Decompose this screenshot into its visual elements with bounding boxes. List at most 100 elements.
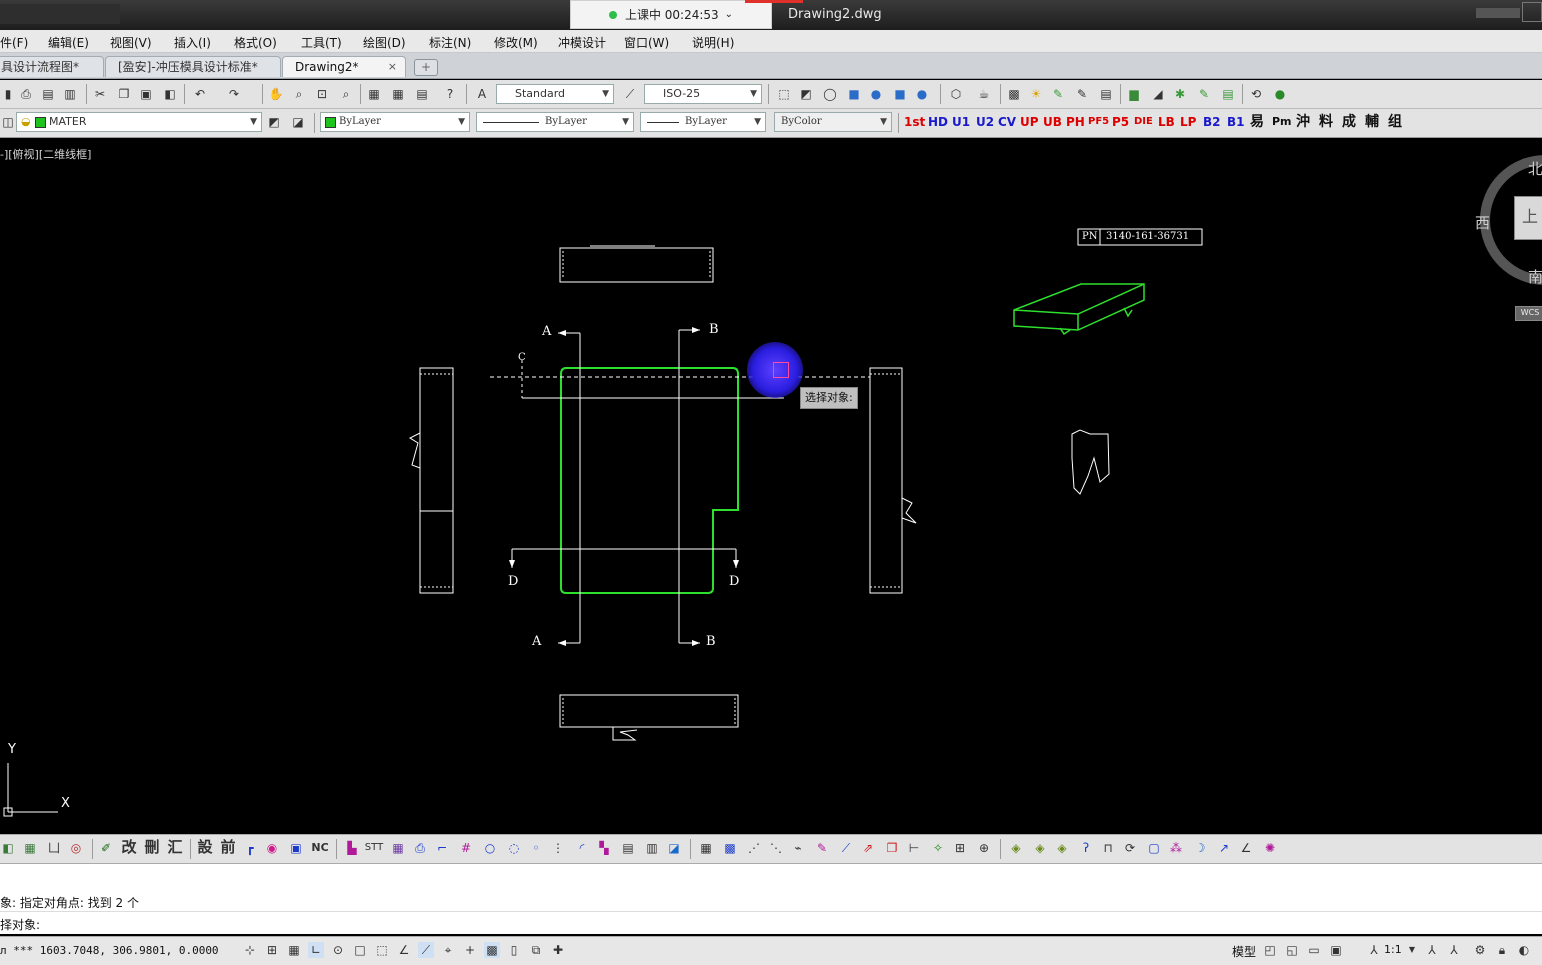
layer-state-icon[interactable]: ◫ <box>0 114 16 130</box>
menu-insert[interactable]: 插入(I) <box>174 34 211 51</box>
menu-tools[interactable]: 工具(T) <box>301 34 342 51</box>
tab-close-icon[interactable]: × <box>388 57 397 77</box>
materials-icon[interactable]: ✎ <box>1050 86 1066 102</box>
workspace-gear-icon[interactable]: ⚙ <box>1472 942 1488 958</box>
rotate-tool-icon[interactable]: ⟳ <box>1122 840 1138 856</box>
viewcube-west[interactable]: 西 <box>1475 212 1490 233</box>
lineweight-toggle-icon[interactable]: + <box>462 942 478 958</box>
tool-forming[interactable]: 成 <box>1342 113 1356 131</box>
text-style-icon[interactable]: A <box>474 86 490 102</box>
teapot-icon[interactable]: ☕ <box>976 86 992 102</box>
tool-up[interactable]: UP <box>1020 113 1039 131</box>
brush-icon[interactable]: ✎ <box>1196 86 1212 102</box>
realistic-visual-icon[interactable]: ■ <box>846 86 862 102</box>
circle-center-icon[interactable]: ◌ <box>506 840 522 856</box>
gouraud-visual-icon[interactable]: ● <box>914 86 930 102</box>
color-select[interactable]: ByLayer ▼ <box>320 112 470 132</box>
tool-b1[interactable]: B1 <box>1227 113 1245 131</box>
print-tool-icon[interactable]: ⎙ <box>412 840 428 856</box>
tool-u2[interactable]: U2 <box>976 113 994 131</box>
help-icon[interactable]: ? <box>442 86 458 102</box>
selection-cycling-icon[interactable]: ⧉ <box>528 942 544 958</box>
list-tool-icon[interactable]: ▥ <box>644 840 660 856</box>
layer-select[interactable]: ◒ MATER ▼ <box>16 112 262 132</box>
rounded-box-icon[interactable]: ▢ <box>1146 840 1162 856</box>
command-prompt[interactable]: 择对象: <box>0 916 40 933</box>
menu-file[interactable]: 件(F) <box>0 34 28 51</box>
dim-style-icon[interactable]: ⟋ <box>622 86 638 102</box>
viewcube-top-face[interactable]: 上 <box>1514 196 1542 240</box>
tab-drawing2[interactable]: Drawing2* × <box>282 56 406 77</box>
menu-format[interactable]: 格式(O) <box>234 34 277 51</box>
pan-icon[interactable]: ✋ <box>268 86 284 102</box>
annotation-scale-value[interactable]: 1:1 <box>1384 943 1402 956</box>
grid-display-icon[interactable]: ▦ <box>286 942 302 958</box>
tool-ub[interactable]: UB <box>1043 113 1062 131</box>
scatter-tool-icon[interactable]: ⁂ <box>1168 840 1184 856</box>
tool-modify[interactable]: 改 <box>120 839 138 855</box>
render-settings-icon[interactable]: ▤ <box>1098 86 1114 102</box>
tool-palettes-icon[interactable]: ▤ <box>414 86 430 102</box>
tool-lb[interactable]: LB <box>1158 113 1175 131</box>
copy-icon[interactable]: ❐ <box>116 86 132 102</box>
brush-tool-icon[interactable]: ✐ <box>98 840 114 856</box>
object-snap-icon[interactable]: □ <box>352 942 368 958</box>
annotation-scale-icon[interactable]: ⅄ <box>1366 942 1382 958</box>
tool-stt[interactable]: STT <box>364 840 384 856</box>
tool-auxiliary[interactable]: 輔 <box>1365 113 1379 131</box>
tool-pf5[interactable]: PF5 <box>1088 113 1109 131</box>
tool-die[interactable]: DIE <box>1134 113 1153 131</box>
block-tool-icon[interactable]: ▦ <box>22 840 38 856</box>
render-icon[interactable]: ⬡ <box>948 86 964 102</box>
angle-tool-icon[interactable]: ∠ <box>1238 840 1254 856</box>
drawing-canvas[interactable]: -][俯视][二维线框] PN 3140-161-36731 A A B B C… <box>0 138 1542 830</box>
part-tool-3-icon[interactable]: ◈ <box>1054 840 1070 856</box>
trim-tool-icon[interactable]: ⋮ <box>550 840 566 856</box>
grid-tool-icon[interactable]: ▦ <box>390 840 406 856</box>
measure-tool-icon[interactable]: ⊢ <box>906 840 922 856</box>
object-tracking-icon[interactable]: ∠ <box>396 942 412 958</box>
tool-nc[interactable]: NC <box>310 840 330 856</box>
quick-view-layouts-icon[interactable]: ▭ <box>1306 942 1322 958</box>
landscape-icon[interactable]: ▆ <box>1126 86 1142 102</box>
snap-mode-icon[interactable]: ⊞ <box>264 942 280 958</box>
design-center-icon[interactable]: ▦ <box>390 86 406 102</box>
corner-tool-icon[interactable]: ┏ <box>242 840 258 856</box>
save-icon[interactable]: ▮ <box>0 86 16 102</box>
chevron-down-icon[interactable]: ⌄ <box>725 9 733 20</box>
tool-material[interactable]: 料 <box>1319 113 1333 131</box>
clapboard-icon[interactable]: ▩ <box>1006 86 1022 102</box>
model-space-button[interactable]: 模型 <box>1232 943 1256 960</box>
menu-window[interactable]: 窗口(W) <box>624 34 669 51</box>
tool-setup[interactable]: 設 <box>196 839 214 855</box>
tab-design-flow[interactable]: 具设计流程图* <box>0 56 104 77</box>
ordinate-tool-icon[interactable]: ⋱ <box>768 840 784 856</box>
target-tool-icon[interactable]: ◉ <box>264 840 280 856</box>
paste-icon[interactable]: ▣ <box>138 86 154 102</box>
3d-orbit-icon[interactable]: ◩ <box>798 86 814 102</box>
frame-tool-icon[interactable]: 凵 <box>46 840 62 856</box>
table-tool-icon[interactable]: ▤ <box>620 840 636 856</box>
tool-delete[interactable]: 刪 <box>143 839 161 855</box>
dynamic-ucs-icon[interactable]: ⟋ <box>418 942 434 958</box>
match-properties-icon[interactable]: ◧ <box>162 86 178 102</box>
infer-constraints-icon[interactable]: ⊹ <box>242 942 258 958</box>
linetype-select[interactable]: ByLayer ▼ <box>476 112 634 132</box>
landscape-edit-icon[interactable]: ◢ <box>1150 86 1166 102</box>
menu-draw[interactable]: 绘图(D) <box>363 34 406 51</box>
arc-tool-icon[interactable]: ◜ <box>574 840 590 856</box>
spring-tool-icon[interactable]: ☽ <box>1192 840 1208 856</box>
auto-scale-icon[interactable]: ⅄ <box>1446 942 1462 958</box>
zoom-window-icon[interactable]: ⊡ <box>314 86 330 102</box>
3d-box-icon[interactable]: ⬚ <box>776 86 792 102</box>
zoom-previous-icon[interactable]: ⌕ <box>338 86 354 102</box>
menu-die-design[interactable]: 冲模设计 <box>558 34 606 51</box>
array-tool-icon[interactable]: ▚ <box>596 840 612 856</box>
tool-punch[interactable]: 沖 <box>1296 113 1310 131</box>
toolbar-lock-icon[interactable]: 🔒︎ <box>1494 942 1510 958</box>
chevron-down-icon[interactable]: ▼ <box>1404 942 1420 958</box>
hook-tool-icon[interactable]: ʔ <box>1078 840 1094 856</box>
refresh-icon[interactable]: ⟲ <box>1248 86 1264 102</box>
hash-tool-icon[interactable]: # <box>458 840 474 856</box>
stamp-tool-icon[interactable]: ▙ <box>344 840 360 856</box>
